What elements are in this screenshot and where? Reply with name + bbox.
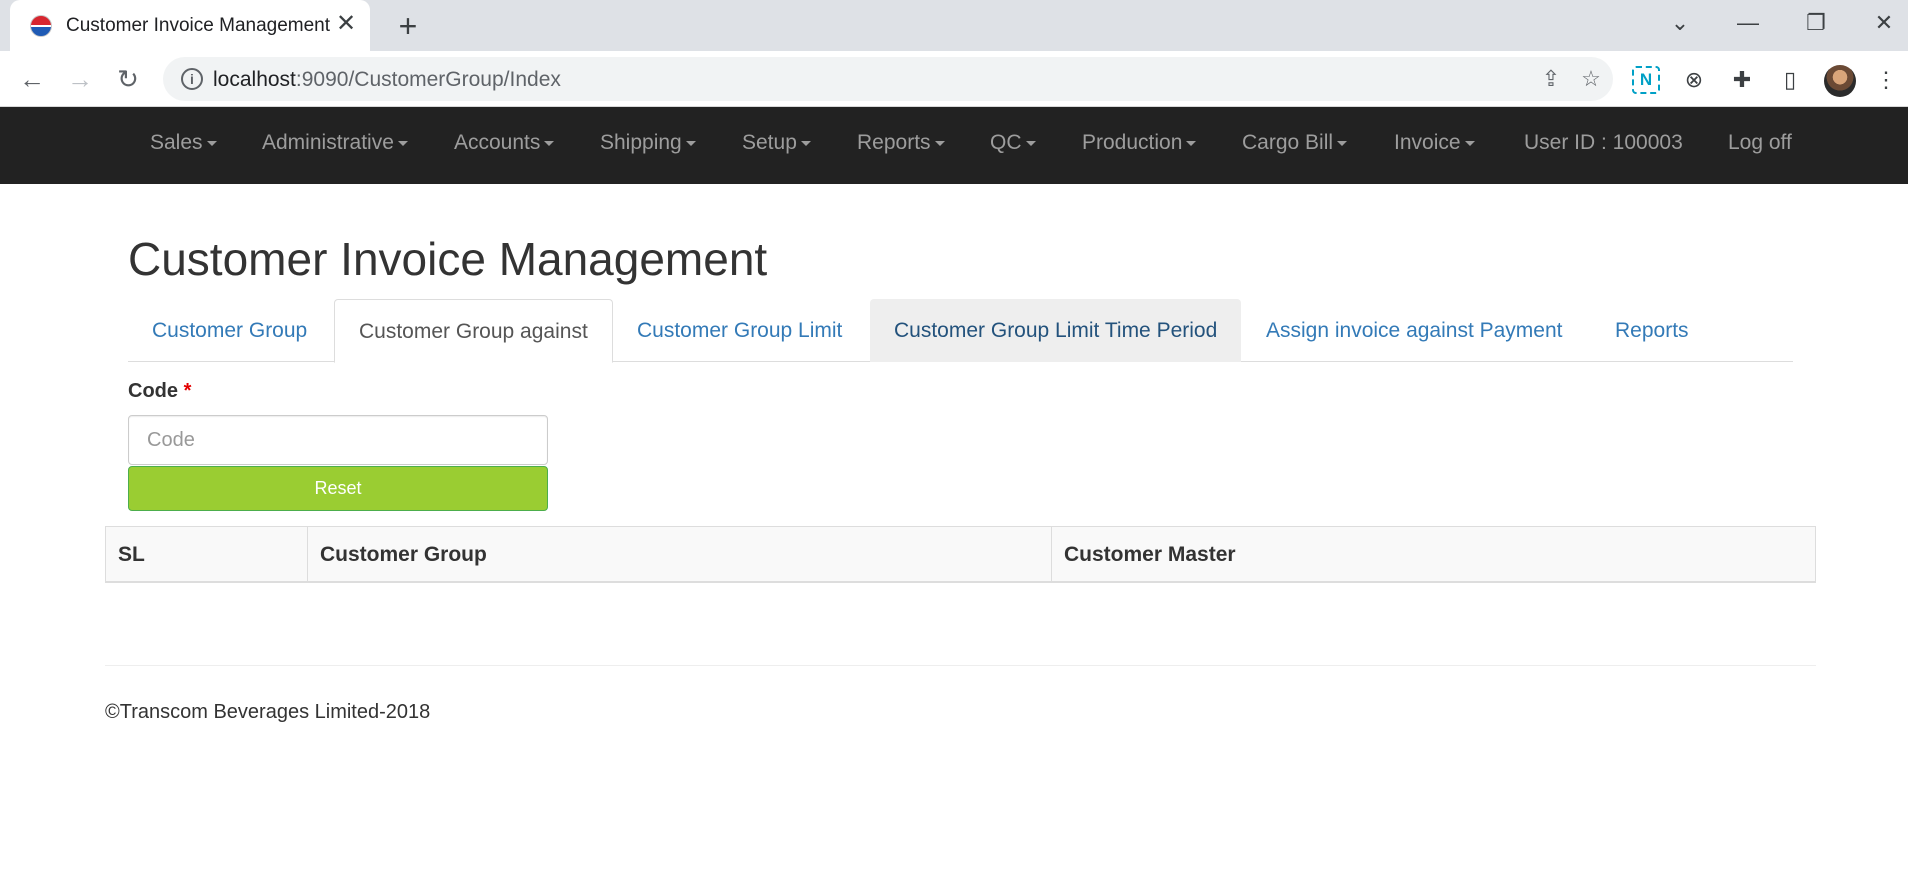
site-info-icon[interactable]: i bbox=[181, 68, 203, 90]
nav-invoice[interactable]: Invoice bbox=[1394, 131, 1475, 155]
share-icon[interactable]: ⇪ bbox=[1537, 65, 1565, 93]
caret-down-icon bbox=[685, 140, 696, 146]
url-text[interactable]: localhost:9090/CustomerGroup/Index bbox=[213, 68, 561, 92]
extensions-puzzle-icon[interactable]: ✚ bbox=[1728, 66, 1756, 94]
browser-toolbar: ← → ↻ i localhost:9090/CustomerGroup/Ind… bbox=[0, 51, 1908, 107]
nav-production[interactable]: Production bbox=[1082, 131, 1197, 155]
footer-divider bbox=[105, 665, 1816, 666]
tab-customer-group[interactable]: Customer Group bbox=[128, 299, 331, 362]
profile-avatar[interactable] bbox=[1824, 65, 1856, 97]
caret-down-icon bbox=[934, 140, 945, 146]
close-tab-icon[interactable]: ✕ bbox=[332, 10, 360, 38]
bookmark-star-icon[interactable]: ☆ bbox=[1577, 65, 1605, 93]
required-marker: * bbox=[183, 380, 192, 402]
nav-administrative[interactable]: Administrative bbox=[262, 131, 408, 155]
table-header-sl[interactable]: SL bbox=[106, 527, 308, 582]
new-tab-button[interactable]: + bbox=[390, 8, 426, 44]
page-tabs: Customer Group Customer Group against Cu… bbox=[128, 299, 1793, 363]
data-table: SL Customer Group Customer Master bbox=[105, 526, 1816, 583]
browser-tabstrip: Customer Invoice Management ✕ + ⌄ — ❐ ✕ bbox=[0, 0, 1908, 51]
tab-search-icon[interactable]: ⌄ bbox=[1660, 8, 1700, 38]
caret-down-icon bbox=[544, 140, 555, 146]
nav-user-id[interactable]: User ID : 100003 bbox=[1524, 131, 1683, 155]
app-navbar: Sales Administrative Accounts Shipping S… bbox=[0, 107, 1908, 184]
nav-qc[interactable]: QC bbox=[990, 131, 1036, 155]
caret-down-icon bbox=[800, 140, 811, 146]
nav-accounts[interactable]: Accounts bbox=[454, 131, 555, 155]
minimize-button[interactable]: — bbox=[1728, 8, 1768, 38]
table-header-customer-group[interactable]: Customer Group bbox=[308, 527, 1052, 582]
reset-button[interactable]: Reset bbox=[128, 466, 548, 511]
browser-tab-title: Customer Invoice Management bbox=[66, 15, 331, 36]
browser-menu-icon[interactable]: ⋮ bbox=[1872, 66, 1900, 94]
nav-cargo-bill[interactable]: Cargo Bill bbox=[1242, 131, 1348, 155]
reload-icon[interactable]: ↻ bbox=[110, 61, 146, 97]
tab-reports[interactable]: Reports bbox=[1591, 299, 1713, 362]
nav-sales[interactable]: Sales bbox=[150, 131, 217, 155]
caret-down-icon bbox=[1025, 140, 1036, 146]
nav-setup[interactable]: Setup bbox=[742, 131, 811, 155]
caret-down-icon bbox=[206, 140, 217, 146]
window-close-button[interactable]: ✕ bbox=[1864, 8, 1904, 38]
nav-reports[interactable]: Reports bbox=[857, 131, 945, 155]
footer-copyright: ©Transcom Beverages Limited-2018 bbox=[105, 701, 431, 723]
forward-arrow-icon[interactable]: → bbox=[62, 61, 98, 97]
extension-n-icon[interactable]: N bbox=[1632, 66, 1660, 94]
caret-down-icon bbox=[1186, 140, 1197, 146]
page-title: Customer Invoice Management bbox=[128, 233, 768, 285]
back-arrow-icon[interactable]: ← bbox=[14, 61, 50, 97]
nav-logoff[interactable]: Log off bbox=[1728, 131, 1792, 155]
address-bar[interactable]: i localhost:9090/CustomerGroup/Index ⇪ ☆ bbox=[163, 57, 1613, 101]
restore-button[interactable]: ❐ bbox=[1796, 8, 1836, 38]
nav-shipping[interactable]: Shipping bbox=[600, 131, 696, 155]
extension-link-icon[interactable]: ⊗ bbox=[1680, 66, 1708, 94]
tab-assign-invoice-against-payment[interactable]: Assign invoice against Payment bbox=[1242, 299, 1587, 362]
side-panel-icon[interactable]: ▯ bbox=[1776, 66, 1804, 94]
caret-down-icon bbox=[1464, 140, 1475, 146]
table-header-customer-master[interactable]: Customer Master bbox=[1052, 527, 1815, 582]
caret-down-icon bbox=[1337, 140, 1348, 146]
tab-customer-group-against[interactable]: Customer Group against bbox=[334, 299, 613, 363]
pepsi-favicon-icon bbox=[30, 15, 52, 37]
browser-tab[interactable]: Customer Invoice Management ✕ bbox=[10, 0, 370, 51]
code-label: Code * bbox=[128, 380, 192, 402]
tab-customer-group-limit-time-period[interactable]: Customer Group Limit Time Period bbox=[870, 299, 1242, 362]
code-input[interactable] bbox=[128, 415, 548, 465]
tab-customer-group-limit[interactable]: Customer Group Limit bbox=[613, 299, 866, 362]
caret-down-icon bbox=[397, 140, 408, 146]
